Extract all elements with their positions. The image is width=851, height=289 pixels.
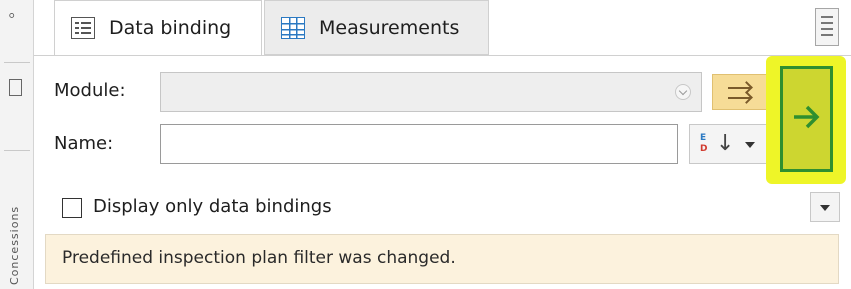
display-only-bindings-checkbox[interactable]	[62, 198, 82, 218]
side-strip-glyph: ⸰	[8, 9, 16, 24]
go-button[interactable]	[780, 66, 833, 172]
info-message: Predefined inspection plan filter was ch…	[62, 248, 456, 268]
document-icon[interactable]	[9, 79, 22, 96]
module-label: Module:	[54, 80, 126, 101]
layout-toggle-button[interactable]	[815, 8, 839, 46]
arrow-right-icon	[794, 105, 820, 129]
dropdown-caret-icon	[745, 142, 755, 148]
arrow-right-into-icon	[728, 87, 750, 89]
arrow-right-into-icon	[728, 97, 750, 99]
tab-label: Measurements	[319, 16, 460, 39]
side-divider	[4, 62, 30, 63]
info-message-bar: Predefined inspection plan filter was ch…	[45, 234, 839, 284]
sort-down-arrow-icon: ↓	[716, 131, 735, 156]
chevron-down-icon[interactable]	[675, 84, 691, 100]
checkbox-label[interactable]: Display only data bindings	[93, 196, 332, 217]
side-strip: ⸰ Concessions	[0, 0, 34, 289]
side-vertical-label[interactable]: Concessions	[8, 170, 21, 285]
tab-bar: Data binding Measurements	[44, 0, 844, 55]
side-divider	[4, 150, 30, 151]
tab-underline	[34, 55, 851, 56]
name-input[interactable]	[160, 124, 678, 164]
name-label: Name:	[54, 133, 114, 154]
filter-dropdown-button[interactable]	[810, 192, 840, 222]
sort-button[interactable]: ED ↓	[689, 124, 767, 164]
tab-data-binding[interactable]: Data binding	[54, 0, 262, 55]
data-binding-icon	[71, 17, 95, 39]
apply-module-button[interactable]	[712, 74, 768, 110]
table-icon	[281, 16, 305, 39]
sort-columns-icon: ED	[700, 133, 708, 154]
tab-measurements[interactable]: Measurements	[264, 0, 489, 55]
data-binding-panel: Data binding Measurements Module: Name: …	[34, 0, 851, 289]
module-select[interactable]	[160, 72, 702, 112]
tab-label: Data binding	[109, 17, 232, 39]
